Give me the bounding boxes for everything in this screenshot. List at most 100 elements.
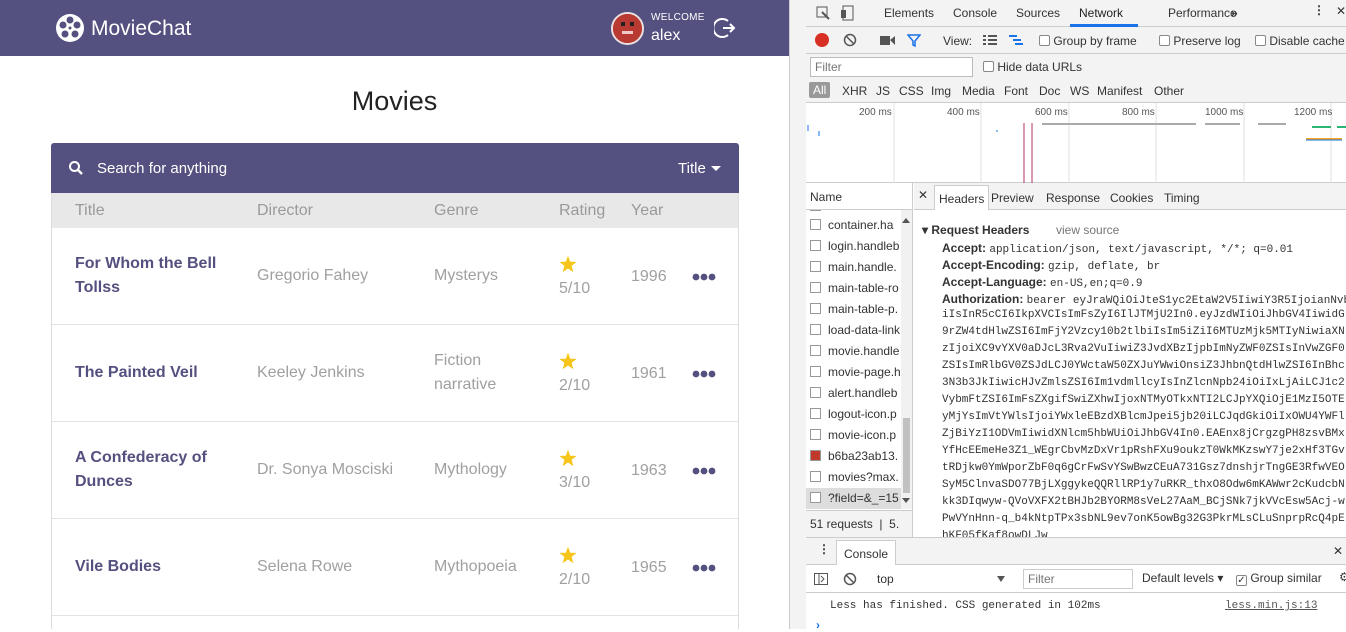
- tab-performance[interactable]: Performance: [1168, 6, 1237, 20]
- logout-icon[interactable]: [714, 17, 736, 39]
- type-filter-img[interactable]: Img: [931, 84, 951, 98]
- request-list-item[interactable]: ?field=&_=15: [806, 488, 901, 509]
- type-filter-css[interactable]: CSS: [899, 84, 924, 98]
- request-list-item[interactable]: container.ha: [806, 215, 901, 236]
- close-icon[interactable]: ✕: [1336, 4, 1346, 18]
- request-name: main.handle.: [828, 260, 897, 274]
- request-headers-section[interactable]: ▾ Request Headers: [922, 223, 1029, 237]
- request-list-item[interactable]: main-table-p.: [806, 299, 901, 320]
- column-header-year[interactable]: Year: [631, 202, 663, 220]
- console-settings-gear-icon[interactable]: ⚙: [1339, 570, 1346, 584]
- sidebar-toggle-icon[interactable]: [814, 573, 828, 585]
- request-list-item[interactable]: alert.handleb: [806, 383, 901, 404]
- movie-title-link[interactable]: For Whom the Bell Tollss: [75, 252, 235, 300]
- request-list-item[interactable]: main-table-ro: [806, 278, 901, 299]
- close-detail-icon[interactable]: ✕: [918, 188, 928, 202]
- detail-tab-timing[interactable]: Timing: [1164, 191, 1200, 205]
- large-rows-icon[interactable]: [983, 34, 997, 46]
- type-filter-ws[interactable]: WS: [1070, 84, 1089, 98]
- group-by-frame-checkbox[interactable]: Group by frame: [1039, 34, 1137, 48]
- more-options-icon[interactable]: [692, 467, 716, 475]
- request-list-item[interactable]: movie-page.h: [806, 362, 901, 383]
- table-row[interactable]: A Confederacy of Dunces Dr. Sonya Moscisk…: [52, 422, 738, 519]
- more-options-icon[interactable]: [692, 273, 716, 281]
- waterfall-icon[interactable]: [1009, 34, 1023, 46]
- network-filter-input[interactable]: [810, 57, 973, 77]
- view-source-link[interactable]: view source: [1056, 223, 1119, 237]
- clear-console-icon[interactable]: [843, 572, 857, 586]
- movie-title-link[interactable]: Vile Bodies: [75, 555, 235, 579]
- request-header-row: Accept-Language: en-US,en;q=0.9: [942, 275, 1142, 290]
- movie-title-link[interactable]: The Painted Veil: [75, 361, 235, 385]
- request-list-item[interactable]: movie.handle: [806, 341, 901, 362]
- drawer-tab-console[interactable]: Console: [836, 540, 897, 565]
- scrollbar-thumb[interactable]: [903, 418, 910, 493]
- type-filter-doc[interactable]: Doc: [1039, 84, 1060, 98]
- tab-sources[interactable]: Sources: [1016, 6, 1060, 20]
- kebab-menu-icon[interactable]: ⋮: [1313, 3, 1325, 17]
- more-options-icon[interactable]: [692, 564, 716, 572]
- default-levels-dropdown[interactable]: Default levels ▾: [1142, 571, 1223, 585]
- more-options-icon[interactable]: [692, 370, 716, 378]
- preserve-log-checkbox[interactable]: Preserve log: [1159, 34, 1241, 48]
- type-filter-font[interactable]: Font: [1004, 84, 1028, 98]
- table-row[interactable]: The Painted Veil Keeley Jenkins Fiction na…: [52, 325, 738, 422]
- column-header-title[interactable]: Title: [75, 202, 105, 220]
- device-toolbar-icon[interactable]: [841, 5, 855, 21]
- request-list-scrollbar[interactable]: [901, 210, 912, 509]
- film-reel-logo-icon[interactable]: [55, 13, 85, 43]
- detail-tab-response[interactable]: Response: [1046, 191, 1100, 205]
- detail-tab-preview[interactable]: Preview: [991, 191, 1034, 205]
- more-tabs-icon[interactable]: »: [1231, 6, 1238, 20]
- console-prompt-icon[interactable]: ›: [816, 618, 820, 632]
- tab-elements[interactable]: Elements: [884, 6, 934, 20]
- record-icon[interactable]: [815, 33, 829, 47]
- request-list-item[interactable]: login.handleb: [806, 236, 901, 257]
- console-source-link[interactable]: less.min.js:13: [1225, 600, 1317, 612]
- close-drawer-icon[interactable]: ✕: [1333, 544, 1343, 558]
- camera-icon[interactable]: [880, 35, 895, 46]
- type-filter-manifest[interactable]: Manifest: [1097, 84, 1142, 98]
- type-filter-all[interactable]: All: [809, 82, 831, 98]
- request-list-item[interactable]: logout-icon.p: [806, 404, 901, 425]
- header-value: en-US,en;q=0.9: [1050, 278, 1143, 290]
- movie-title-link[interactable]: A Confederacy of Dunces: [75, 446, 235, 494]
- detail-tab-headers[interactable]: Headers: [934, 185, 990, 210]
- request-list-item[interactable]: load-data-link: [806, 320, 901, 341]
- inspect-element-icon[interactable]: [816, 6, 830, 20]
- console-filter-input[interactable]: [1023, 569, 1133, 589]
- disable-cache-checkbox[interactable]: Disable cache: [1255, 34, 1345, 48]
- request-list-item[interactable]: main.handle.: [806, 257, 901, 278]
- scroll-down-arrow-icon[interactable]: [902, 498, 910, 503]
- brand-name[interactable]: MovieChat: [91, 17, 191, 41]
- context-dropdown-icon[interactable]: [997, 576, 1005, 582]
- tab-console[interactable]: Console: [953, 6, 997, 20]
- table-row[interactable]: For Whom the Bell Tollss Gregorio Fahey My…: [52, 228, 738, 325]
- group-similar-checkbox[interactable]: ✓ Group similar: [1236, 571, 1322, 586]
- search-input[interactable]: [97, 156, 597, 180]
- type-filter-media[interactable]: Media: [962, 84, 995, 98]
- column-header-director[interactable]: Director: [257, 202, 313, 220]
- hide-data-urls-checkbox[interactable]: Hide data URLs: [983, 60, 1082, 74]
- scroll-up-arrow-icon[interactable]: [902, 218, 910, 223]
- request-list-item[interactable]: movies?max.: [806, 467, 901, 488]
- context-selector[interactable]: top: [877, 572, 894, 586]
- column-header-genre[interactable]: Genre: [434, 202, 478, 220]
- type-filter-other[interactable]: Other: [1154, 84, 1184, 98]
- type-filter-xhr[interactable]: XHR: [842, 84, 867, 98]
- type-filter-js[interactable]: JS: [876, 84, 890, 98]
- name-column-header[interactable]: Name: [806, 183, 912, 210]
- drawer-menu-icon[interactable]: ⋮: [818, 542, 830, 556]
- table-row[interactable]: Vile Bodies Selena Rowe Mythopoeia 2/10 1965: [52, 519, 738, 616]
- chevron-down-icon[interactable]: [711, 166, 721, 171]
- filter-icon[interactable]: [907, 34, 921, 47]
- search-field-dropdown[interactable]: Title: [678, 160, 706, 177]
- column-header-rating[interactable]: Rating: [559, 202, 605, 220]
- tab-network[interactable]: Network: [1079, 6, 1123, 20]
- request-list-item[interactable]: movie-icon.p: [806, 425, 901, 446]
- detail-tab-cookies[interactable]: Cookies: [1110, 191, 1153, 205]
- clear-icon[interactable]: [843, 33, 857, 47]
- user-avatar[interactable]: [611, 12, 644, 45]
- request-header-row: Authorization: bearer eyJraWQiOiJteS1yc2…: [942, 292, 1346, 307]
- request-list-item[interactable]: b6ba23ab13.: [806, 446, 901, 467]
